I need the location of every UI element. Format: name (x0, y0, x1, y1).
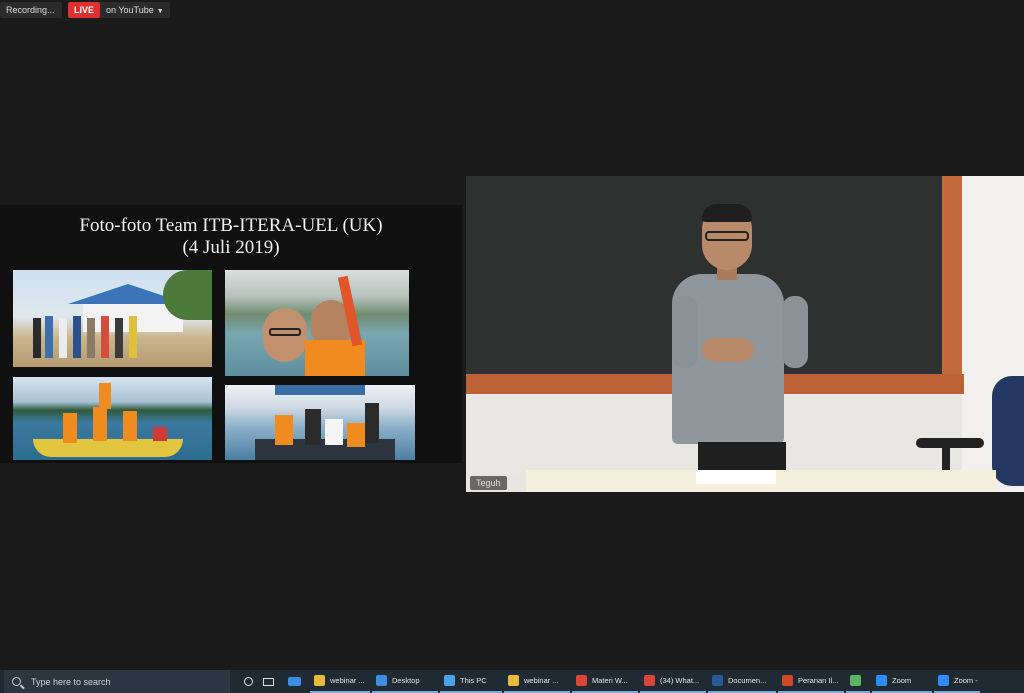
slide-title-line1: Foto-foto Team ITB-ITERA-UEL (UK) (79, 215, 383, 236)
taskbar-app-label: (34) What... (660, 676, 700, 685)
word-icon (712, 675, 723, 686)
folder-icon (314, 675, 325, 686)
shared-slide: Foto-foto Team ITB-ITERA-UEL (UK) (4 Jul… (0, 205, 462, 463)
powerpoint-icon (782, 675, 793, 686)
desktop-icon (376, 675, 387, 686)
taskbar-app-label: Documen... (728, 676, 767, 685)
taskbar-app-label: Materi W... (592, 676, 628, 685)
taskbar-app-5[interactable]: (34) What... (640, 670, 706, 693)
recording-bar: Recording... LIVE on YouTube ▼ (0, 0, 170, 20)
taskbar-app-0[interactable]: webinar ... (310, 670, 370, 693)
search-icon (12, 677, 21, 686)
slide-title-line2: (4 Juli 2019) (182, 237, 280, 258)
folder-icon (508, 675, 519, 686)
photo-team-building (13, 270, 212, 367)
chrome-icon (644, 675, 655, 686)
taskbar-app-7[interactable]: Peranan Il... (778, 670, 844, 693)
speaker-video[interactable]: Teguh (466, 176, 1024, 492)
notepad-icon (850, 675, 861, 686)
taskbar-app-label: webinar ... (330, 676, 365, 685)
slide-title: Foto-foto Team ITB-ITERA-UEL (UK) (4 Jul… (0, 215, 462, 259)
taskbar-app-10[interactable]: Zoom - (934, 670, 980, 693)
taskbar-app-8[interactable] (846, 670, 870, 693)
chevron-down-icon[interactable]: ▼ (157, 8, 164, 15)
taskbar-search[interactable]: Type here to search (4, 670, 230, 693)
zoom-icon (876, 675, 887, 686)
participant-name-tag: Teguh (470, 476, 507, 490)
taskbar-pinned-app[interactable] (284, 670, 304, 693)
live-stream-control[interactable]: LIVE on YouTube ▼ (68, 2, 170, 18)
taskbar-app-label: Desktop (392, 676, 420, 685)
taskbar-app-3[interactable]: webinar ... (504, 670, 570, 693)
taskbar-app-label: This PC (460, 676, 487, 685)
live-target-label: on YouTube ▼ (106, 5, 164, 15)
pc-icon (444, 675, 455, 686)
taskbar-app-label: webinar ... (524, 676, 559, 685)
taskbar-app-label: Zoom - (954, 676, 978, 685)
task-view-icon (262, 677, 274, 686)
cortana-icon (243, 677, 253, 686)
chrome-icon (576, 675, 587, 686)
taskbar-app-9[interactable]: Zoom (872, 670, 932, 693)
taskbar-app-label: Peranan Il... (798, 676, 839, 685)
photo-boat-group (13, 377, 212, 460)
taskbar-app-1[interactable]: Desktop (372, 670, 438, 693)
taskbar-app-4[interactable]: Materi W... (572, 670, 638, 693)
recording-status[interactable]: Recording... (0, 2, 62, 18)
photo-selfie (225, 270, 409, 376)
photo-boat-crew (225, 385, 415, 460)
windows-taskbar: Type here to search webinar ... Desktop Th… (0, 670, 1024, 693)
taskbar-app-6[interactable]: Documen... (708, 670, 776, 693)
zoom-icon (938, 675, 949, 686)
live-badge: LIVE (68, 2, 101, 18)
task-view-button[interactable] (258, 670, 278, 693)
chair (992, 376, 1024, 486)
mail-icon (287, 677, 301, 686)
taskbar-items: webinar ... Desktop This PC webinar ... Mate… (310, 670, 982, 693)
search-placeholder: Type here to search (31, 676, 111, 687)
taskbar-app-label: Zoom (892, 676, 912, 685)
cortana-button[interactable] (238, 670, 258, 693)
taskbar-app-2[interactable]: This PC (440, 670, 502, 693)
